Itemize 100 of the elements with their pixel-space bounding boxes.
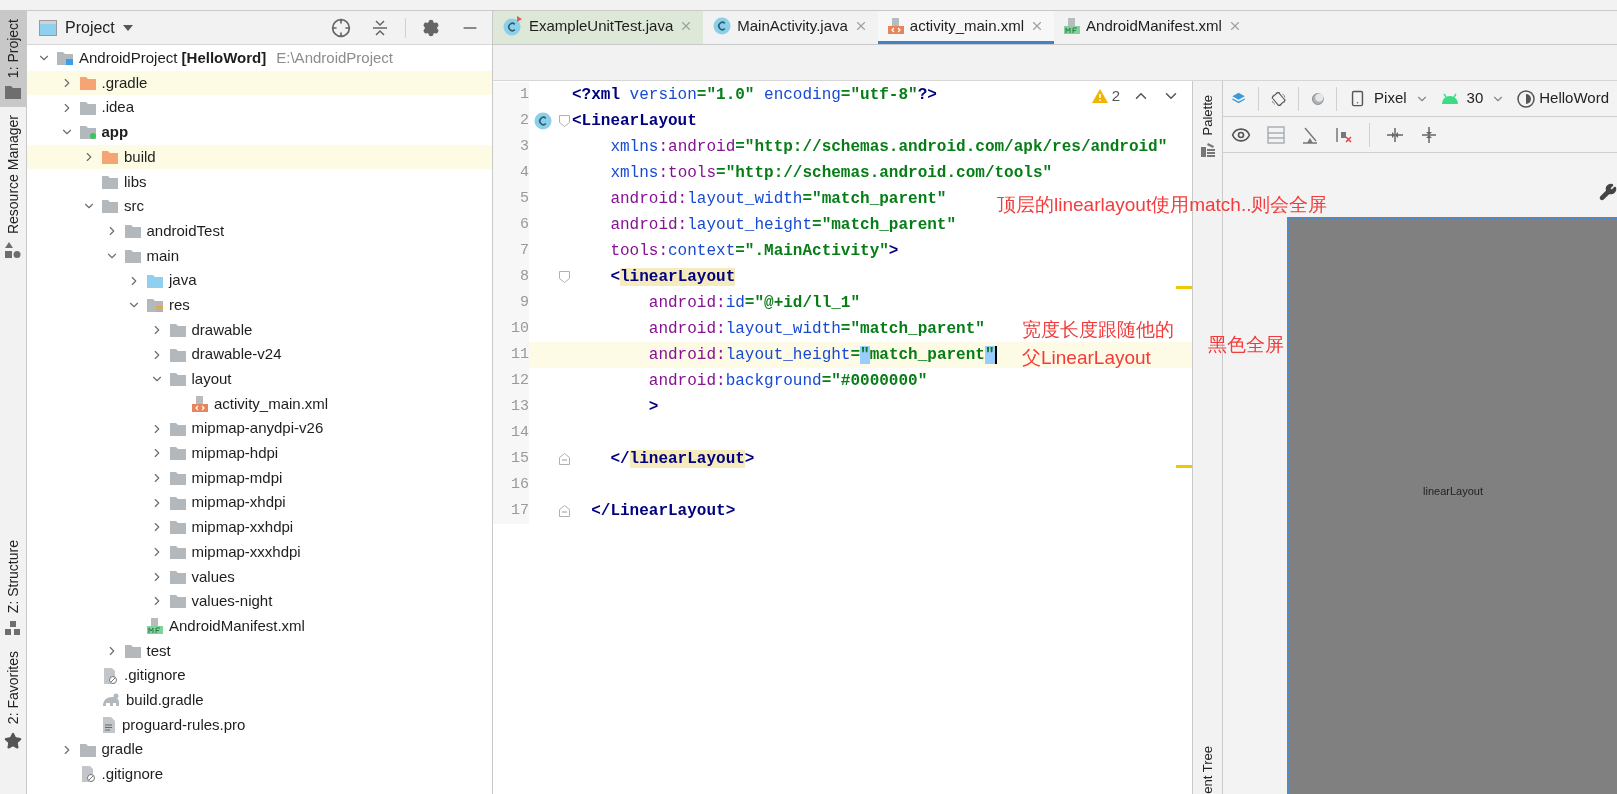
- component-tree-tab[interactable]: ent Tree: [1197, 746, 1218, 794]
- tree-item-label: drawable-v24: [191, 344, 282, 365]
- fold-marker-icon[interactable]: [559, 453, 570, 465]
- folder-icon: [169, 520, 186, 535]
- tree-item-label: androidTest: [146, 220, 225, 241]
- folder-icon: [169, 495, 186, 510]
- tree-row[interactable]: mipmap-xxxhdpi: [27, 539, 492, 565]
- tree-item-label: build: [124, 146, 156, 167]
- editor-tab[interactable]: AndroidManifest.xml: [1054, 11, 1252, 44]
- tree-row[interactable]: app: [27, 120, 492, 145]
- annotation-note: 父LinearLayout: [1022, 346, 1151, 370]
- vertical-expand-icon[interactable]: [1420, 125, 1438, 144]
- folder-icon: [124, 248, 141, 263]
- line-number: 14: [493, 420, 529, 446]
- folder-icon: [169, 446, 186, 461]
- manifest-file-icon: [1064, 18, 1081, 34]
- horizontal-expand-icon[interactable]: [1386, 125, 1404, 144]
- api-level-dropdown[interactable]: 30: [1440, 87, 1506, 110]
- layout-canvas[interactable]: linearLayout: [1287, 217, 1617, 794]
- tree-row[interactable]: .gradle: [27, 70, 492, 96]
- palette-icon: [1200, 143, 1215, 158]
- tree-row[interactable]: AndroidProject [HelloWord] E:\AndroidProject: [27, 46, 492, 71]
- xml-file-icon: [192, 395, 208, 412]
- tree-item-label: .idea: [101, 97, 135, 118]
- folder-icon: [169, 347, 186, 362]
- folder-icon: [79, 76, 96, 91]
- tree-item-label: main: [146, 245, 179, 266]
- tree-row[interactable]: mipmap-hdpi: [27, 441, 492, 466]
- constraints-off-icon[interactable]: [1301, 125, 1319, 144]
- tree-row[interactable]: AndroidManifest.xml: [27, 613, 492, 639]
- fold-marker-icon[interactable]: [559, 271, 570, 283]
- tree-row[interactable]: .gitignore: [27, 663, 492, 688]
- tree-row[interactable]: build.gradle: [27, 687, 492, 713]
- tree-row[interactable]: gradle: [27, 737, 492, 762]
- tree-row[interactable]: androidTest: [27, 218, 492, 244]
- tree-row[interactable]: mipmap-xxhdpi: [27, 515, 492, 540]
- tree-row[interactable]: mipmap-anydpi-v26: [27, 416, 492, 441]
- tree-item-label: proguard-rules.pro: [122, 714, 246, 735]
- tree-item-label: mipmap-mdpi: [191, 467, 283, 488]
- tree-row[interactable]: drawable-v24: [27, 342, 492, 367]
- annotation-note: 黑色全屏: [1208, 333, 1284, 357]
- tree-row[interactable]: mipmap-xhdpi: [27, 490, 492, 516]
- collapse-all-icon[interactable]: [371, 18, 389, 37]
- locate-icon[interactable]: [331, 17, 351, 38]
- theme-dropdown[interactable]: HelloWord: [1517, 87, 1609, 110]
- resource-folder-icon: [147, 298, 163, 313]
- tree-row[interactable]: test: [27, 638, 492, 664]
- warning-count[interactable]: 2: [1091, 85, 1120, 108]
- tool-window-tab[interactable]: Z: Structure: [0, 531, 26, 643]
- tree-item-label: AndroidManifest.xml: [169, 615, 305, 636]
- test-class-icon: [503, 16, 523, 36]
- line-number: 8: [493, 264, 529, 290]
- tree-item-label: mipmap-hdpi: [191, 443, 279, 464]
- editor-tab[interactable]: MainActivity.java: [703, 11, 878, 44]
- tree-row[interactable]: values-night: [27, 589, 492, 614]
- tree-row[interactable]: mipmap-mdpi: [27, 465, 492, 491]
- tree-item-label: gradle: [101, 739, 144, 760]
- code-line: tools:context=".MainActivity">: [609, 241, 899, 262]
- tree-row[interactable]: .gitignore: [27, 761, 492, 787]
- line-number: 5: [493, 186, 529, 212]
- tree-item-label: app: [101, 122, 129, 143]
- tree-row[interactable]: activity_main.xml: [27, 391, 492, 417]
- tool-window-tab[interactable]: Resource Manager: [0, 107, 26, 267]
- clear-constraints-icon[interactable]: [1335, 125, 1353, 144]
- tree-row[interactable]: values: [27, 564, 492, 590]
- code-line: android:layout_width="match_parent": [647, 319, 985, 340]
- settings-icon[interactable]: [422, 18, 440, 37]
- folder-icon: [102, 174, 118, 189]
- tree-row[interactable]: proguard-rules.pro: [27, 712, 492, 738]
- project-view-dropdown[interactable]: Project: [65, 15, 133, 40]
- tree-row[interactable]: .idea: [27, 95, 492, 121]
- fold-marker-icon[interactable]: [559, 115, 570, 127]
- annotation-note: 宽度长度跟随他的: [1022, 318, 1174, 342]
- editor-tab[interactable]: ExampleUnitTest.java: [493, 11, 704, 44]
- tree-row[interactable]: main: [27, 243, 492, 269]
- tree-row[interactable]: drawable: [27, 317, 492, 343]
- tree-row[interactable]: src: [27, 194, 492, 219]
- code-line: android:id="@+id/ll_1": [647, 293, 861, 314]
- line-number: 2: [493, 108, 529, 134]
- tool-window-tab[interactable]: 1: Project: [0, 11, 26, 108]
- fold-marker-icon[interactable]: [559, 505, 570, 517]
- tree-row[interactable]: libs: [27, 169, 492, 195]
- editor-tab[interactable]: activity_main.xml: [877, 11, 1055, 44]
- line-number: 12: [493, 368, 529, 394]
- tree-row[interactable]: res: [27, 292, 492, 318]
- wrench-icon[interactable]: [1599, 183, 1617, 201]
- device-dropdown[interactable]: Pixel: [1349, 87, 1429, 110]
- line-number: 1: [493, 82, 529, 108]
- palette-tab[interactable]: Palette: [1197, 95, 1218, 158]
- tool-window-tab[interactable]: 2: Favorites: [0, 642, 26, 758]
- folder-icon: [79, 742, 96, 757]
- line-number: 11: [493, 342, 529, 368]
- folder-icon: [79, 100, 96, 115]
- folder-icon: [169, 569, 186, 584]
- tree-row[interactable]: layout: [27, 366, 492, 392]
- tree-row[interactable]: java: [27, 268, 492, 293]
- tree-item-label: java: [169, 270, 197, 291]
- code-line: </linearLayout>: [609, 449, 755, 470]
- tree-row[interactable]: build: [27, 144, 492, 170]
- folder-icon: [124, 224, 141, 239]
